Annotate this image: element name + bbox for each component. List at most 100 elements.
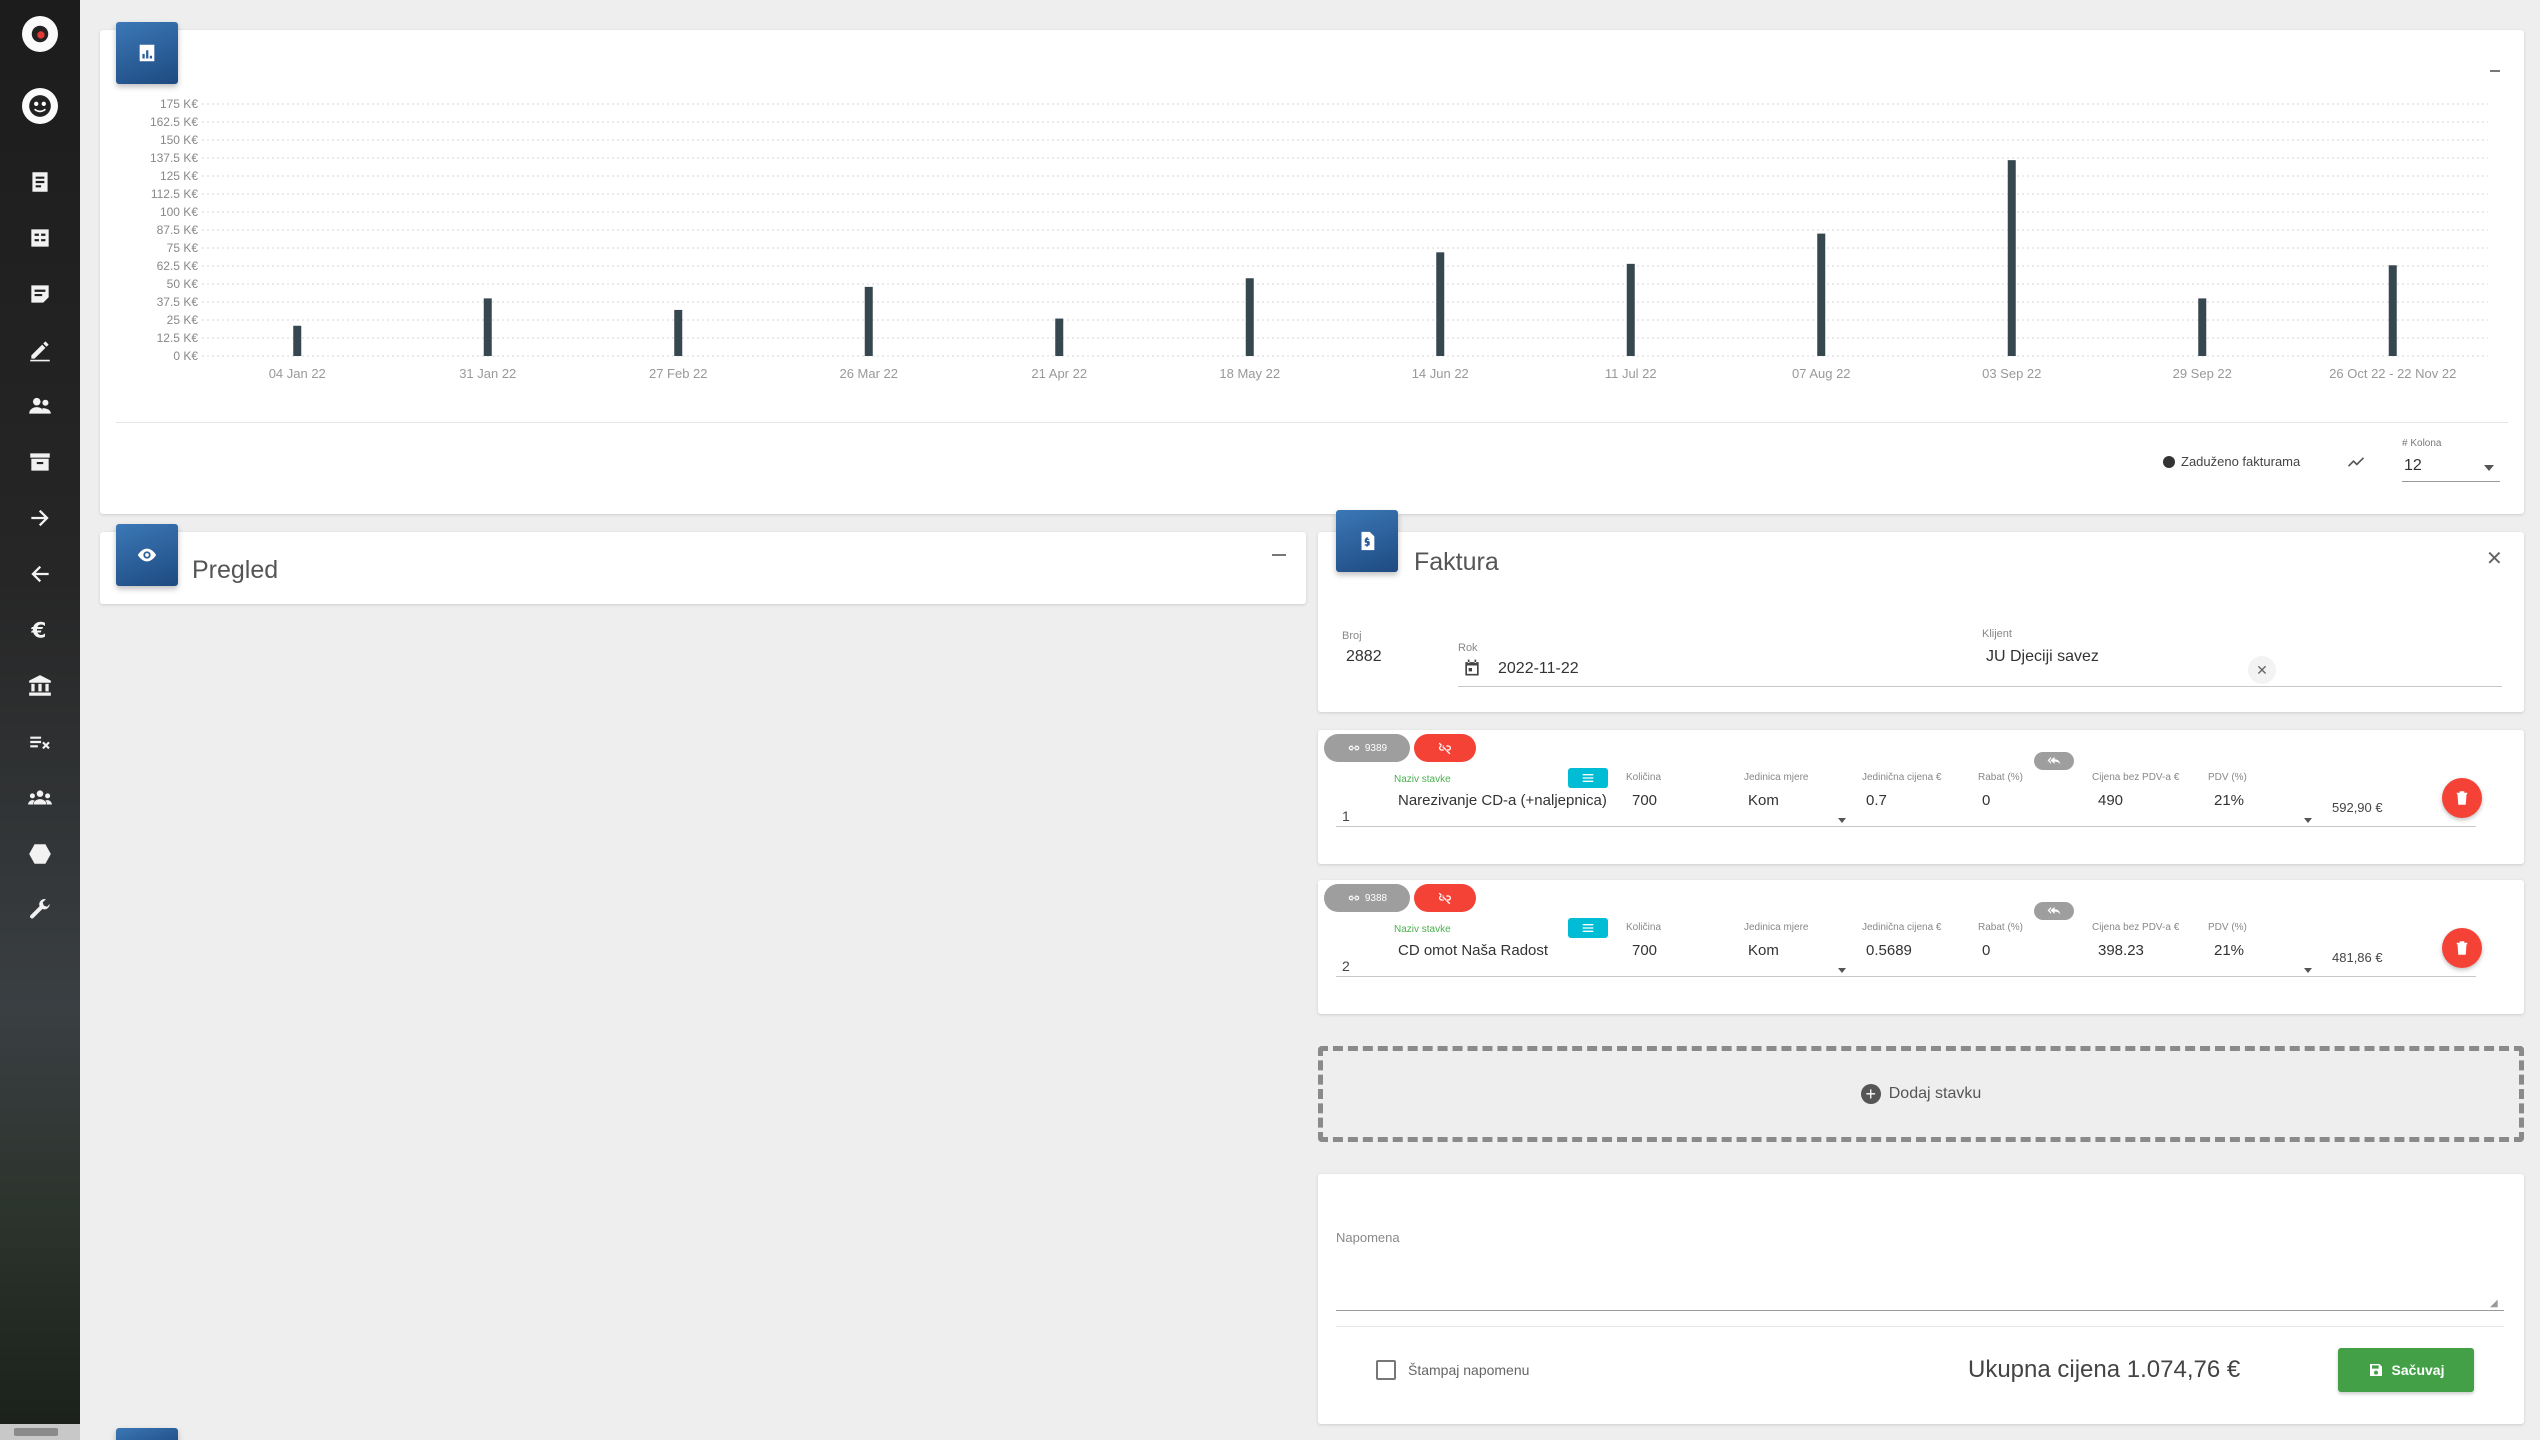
row-underline xyxy=(1336,826,2476,827)
copy-rabat-button[interactable] xyxy=(2034,902,2074,920)
offers-icon[interactable] xyxy=(0,214,80,262)
pdv-select[interactable]: 21% xyxy=(2214,942,2244,959)
chevron-down-icon[interactable] xyxy=(2304,968,2312,973)
item-menu-button[interactable] xyxy=(1568,918,1608,938)
bar[interactable] xyxy=(1817,233,1826,356)
jedinicna-cijena-label: Jedinična cijena € xyxy=(1862,772,1942,783)
kolicina-field[interactable]: 700 xyxy=(1632,942,1657,959)
bar[interactable] xyxy=(674,309,683,356)
clients-icon[interactable] xyxy=(0,382,80,430)
rok-label: Rok xyxy=(1458,642,1478,654)
kolicina-label: Količina xyxy=(1626,772,1662,783)
klijent-field[interactable]: JU Djeciji savez xyxy=(1986,648,2099,666)
hexagon-icon[interactable] xyxy=(0,830,80,878)
cijena-bez-pdv-field[interactable]: 490 xyxy=(2098,792,2123,809)
pdv-select[interactable]: 21% xyxy=(2214,792,2244,809)
unlink-button[interactable] xyxy=(1414,884,1476,912)
close-icon[interactable]: ✕ xyxy=(2486,546,2503,571)
chevron-down-icon[interactable] xyxy=(2484,465,2494,471)
naziv-field[interactable]: CD omot Naša Radost xyxy=(1398,942,1548,959)
clear-date-icon[interactable]: ✕ xyxy=(2248,656,2276,684)
trend-icon[interactable] xyxy=(2346,452,2366,477)
rabat-field[interactable]: 0 xyxy=(1982,942,1990,959)
sidebar-scrollbar[interactable] xyxy=(0,1424,80,1440)
napomena-textarea[interactable] xyxy=(1336,1254,2504,1310)
columns-select[interactable]: 12 xyxy=(2404,457,2422,475)
reply-all-icon xyxy=(2047,756,2061,765)
bar[interactable] xyxy=(2198,298,2207,356)
cijena-bez-pdv-label: Cijena bez PDV-a € xyxy=(2092,922,2180,933)
rabat-label: Rabat (%) xyxy=(1978,772,2024,783)
scrollbar-thumb[interactable] xyxy=(14,1428,58,1436)
invoices-icon[interactable] xyxy=(0,158,80,206)
pdv-label: PDV (%) xyxy=(2208,772,2247,783)
klijent-underline xyxy=(1982,686,2502,687)
cijena-bez-pdv-label: Cijena bez PDV-a € xyxy=(2092,772,2180,783)
arrow-left-icon[interactable] xyxy=(0,550,80,598)
bar[interactable] xyxy=(1626,263,1635,356)
home-icon[interactable] xyxy=(22,16,58,52)
chart-card: 0 K€ 12.5 K€ 25 K€ 37.5 K€ 50 K€ 62.5 K€ 75 K€… xyxy=(100,22,2524,514)
euro-icon[interactable]: € xyxy=(0,606,80,654)
link-badge[interactable]: 9388 xyxy=(1324,884,1410,912)
add-item-button[interactable]: + Dodaj stavku xyxy=(1318,1046,2524,1142)
x-tick-label: 11 Jul 22 xyxy=(1605,366,1657,381)
bar[interactable] xyxy=(864,286,873,356)
save-button[interactable]: Sačuvaj xyxy=(2338,1348,2474,1392)
bar[interactable] xyxy=(2007,160,2016,356)
delete-item-button[interactable] xyxy=(2442,778,2482,818)
rok-field[interactable]: 2022-11-22 xyxy=(1498,660,1579,678)
jedinicna-cijena-field[interactable]: 0.5689 xyxy=(1866,942,1912,959)
x-tick-label: 26 Oct 22 - 22 Nov 22 xyxy=(2329,366,2456,381)
stampaj-checkbox[interactable] xyxy=(1376,1360,1396,1380)
jedinica-select[interactable]: Kom xyxy=(1748,942,1779,959)
bar[interactable] xyxy=(1245,278,1254,356)
jedinica-select[interactable]: Kom xyxy=(1748,792,1779,809)
x-tick-label: 26 Mar 22 xyxy=(839,366,898,381)
chevron-down-icon[interactable] xyxy=(1838,968,1846,973)
bar[interactable] xyxy=(2388,265,2397,356)
jedinicna-cijena-field[interactable]: 0.7 xyxy=(1866,792,1887,809)
item-menu-button[interactable] xyxy=(1568,768,1608,788)
jedinica-label: Jedinica mjere xyxy=(1744,922,1809,933)
wrench-icon[interactable] xyxy=(0,886,80,934)
link-badge[interactable]: 9389 xyxy=(1324,734,1410,762)
calendar-icon[interactable] xyxy=(1462,658,1482,683)
y-tick-label: 175 K€ xyxy=(160,97,198,111)
tax-icon[interactable] xyxy=(0,718,80,766)
item-total: 592,90 € xyxy=(2332,800,2383,815)
bar[interactable] xyxy=(1055,318,1064,356)
broj-field[interactable]: 2882 xyxy=(1346,648,1382,666)
arrow-right-icon[interactable] xyxy=(0,494,80,542)
chevron-down-icon[interactable] xyxy=(1838,818,1846,823)
bank-icon[interactable] xyxy=(0,662,80,710)
unlink-icon xyxy=(1438,742,1451,755)
napomena-label: Napomena xyxy=(1336,1230,1400,1245)
notes-icon[interactable] xyxy=(0,270,80,318)
delete-item-button[interactable] xyxy=(2442,928,2482,968)
reply-all-icon xyxy=(2047,906,2061,915)
edit-icon[interactable] xyxy=(0,326,80,374)
rabat-field[interactable]: 0 xyxy=(1982,792,1990,809)
bar[interactable] xyxy=(293,325,302,356)
chevron-down-icon[interactable] xyxy=(2304,818,2312,823)
chart-legend[interactable]: Zaduženo fakturama xyxy=(2163,454,2300,469)
divider xyxy=(1336,1326,2504,1327)
kolicina-field[interactable]: 700 xyxy=(1632,792,1657,809)
naziv-field[interactable]: Narezivanje CD-a (+naljepnica) xyxy=(1398,792,1607,809)
y-tick-label: 162.5 K€ xyxy=(150,115,198,129)
resize-handle-icon[interactable]: ◢ xyxy=(2490,1298,2498,1309)
bar[interactable] xyxy=(483,298,492,356)
footer-card: Napomena ◢ Štampaj napomenu Ukupna cijen… xyxy=(1318,1174,2524,1424)
cijena-bez-pdv-field[interactable]: 398.23 xyxy=(2098,942,2144,959)
unlink-button[interactable] xyxy=(1414,734,1476,762)
bar[interactable] xyxy=(1436,252,1445,356)
y-tick-label: 137.5 K€ xyxy=(150,151,198,165)
naziv-label: Naziv stavke xyxy=(1394,774,1451,785)
minimize-pregled-button[interactable] xyxy=(1272,554,1286,556)
y-tick-label: 87.5 K€ xyxy=(157,223,199,237)
archive-icon[interactable] xyxy=(0,438,80,486)
groups-icon[interactable] xyxy=(0,774,80,822)
copy-rabat-button[interactable] xyxy=(2034,752,2074,770)
user-avatar-icon[interactable] xyxy=(22,88,58,124)
